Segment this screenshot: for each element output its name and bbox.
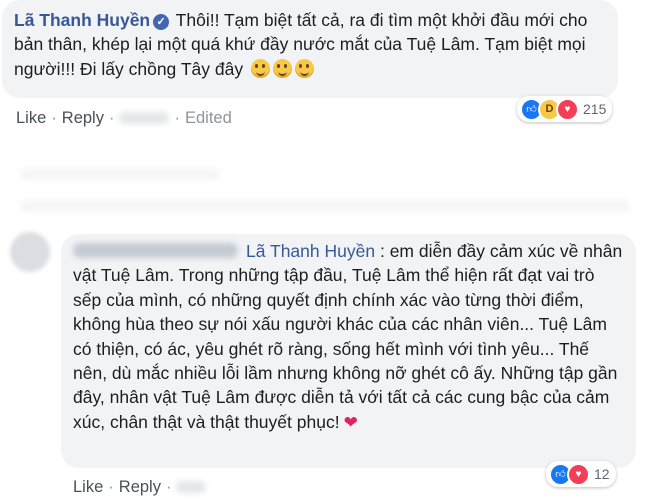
comment-actions: Like · Reply · · Edited	[16, 109, 232, 128]
blurred-timestamp	[176, 481, 207, 493]
reaction-summary[interactable]: 👍︎ ♥ 12	[546, 461, 616, 487]
comment-text: : em diễn đầy cảm xúc về nhân vật Tuệ Lâ…	[73, 241, 623, 432]
comment-bubble: Lã Thanh Huyền ✓ Thôi!! Tạm biệt tất cả, …	[2, 0, 618, 98]
blurred-author-name[interactable]	[73, 243, 238, 258]
like-link[interactable]: Like	[73, 478, 103, 496]
reply-link[interactable]: Reply	[119, 478, 161, 496]
comment-author[interactable]: Lã Thanh Huyền	[14, 10, 150, 30]
reaction-count: 12	[594, 466, 610, 482]
two-hearts-icon: ❤	[343, 412, 358, 432]
separator-dot: ·	[51, 109, 57, 127]
verified-badge-icon: ✓	[153, 14, 170, 30]
smirk-face-icon	[294, 58, 314, 78]
separator-dot: ·	[174, 109, 180, 127]
avatar[interactable]	[10, 232, 50, 272]
comment-actions: Like · Reply ·	[73, 478, 207, 497]
heart-icon: ♥	[567, 462, 590, 486]
heart-icon: ♥	[556, 97, 579, 121]
edited-label[interactable]: Edited	[185, 109, 232, 127]
smirk-face-icon	[272, 58, 292, 78]
blurred-content	[20, 168, 220, 180]
like-link[interactable]: Like	[16, 109, 46, 127]
reaction-count: 215	[583, 101, 607, 117]
separator-dot: ·	[108, 109, 115, 127]
reaction-summary[interactable]: 👍︎ D ♥ 215	[517, 96, 613, 122]
smirk-face-icon	[250, 58, 270, 78]
comment-bubble: Lã Thanh Huyền : em diễn đầy cảm xúc về …	[61, 234, 636, 468]
blurred-content	[20, 200, 630, 212]
reply-link[interactable]: Reply	[62, 109, 104, 127]
separator-dot: ·	[108, 478, 114, 496]
separator-dot: ·	[165, 478, 172, 496]
tagged-user[interactable]: Lã Thanh Huyền	[246, 241, 375, 261]
blurred-timestamp	[119, 112, 170, 124]
